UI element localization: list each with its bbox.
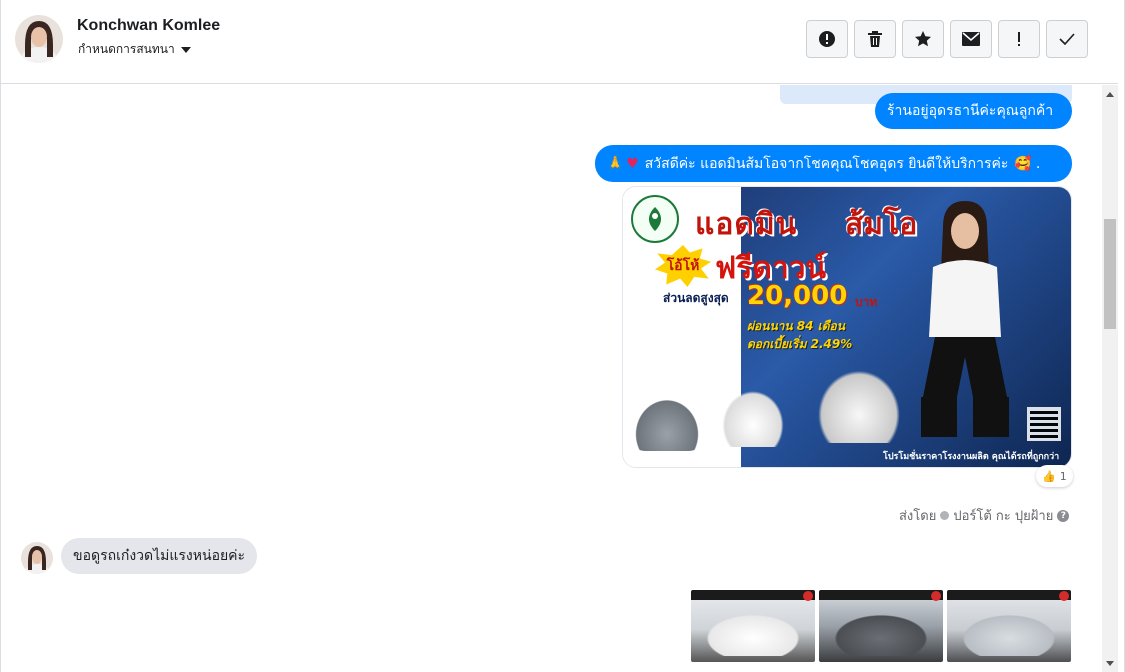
follow-up-button[interactable] bbox=[998, 20, 1040, 58]
inbox-window: Konchwan Komlee กำหนดการสนทนา ร้านอยู่อุ… bbox=[0, 0, 1125, 672]
photo-banner bbox=[947, 590, 1071, 600]
scrollbar-thumb[interactable] bbox=[1104, 219, 1116, 329]
photo-badge bbox=[803, 591, 813, 601]
mark-unread-button[interactable] bbox=[950, 20, 992, 58]
smiling-face-hearts-icon: 🥰 bbox=[1014, 155, 1032, 172]
sent-by-name[interactable]: ปอร์โต้ กะ ปุยฝ้าย bbox=[953, 505, 1053, 526]
outgoing-message[interactable]: ร้านอยู่อุดรธานีค่ะคุณลูกค้า bbox=[875, 93, 1072, 129]
message-text: สวัสดีค่ะ แอดมินส้มโอจากโชคคุณโชคอุดร ยิ… bbox=[644, 155, 1009, 172]
car-photo-thumbnail[interactable] bbox=[819, 590, 943, 662]
photo-badge bbox=[1059, 591, 1069, 601]
sent-by-info: ส่งโดย ปอร์โต้ กะ ปุยฝ้าย ? bbox=[899, 505, 1070, 526]
promo-footer-text: โปรโมชั่นราคาโรงงานผลิต คุณได้รถที่ถูกกว… bbox=[883, 452, 1060, 462]
promo-currency: บาท bbox=[855, 295, 878, 309]
trash-icon bbox=[868, 31, 882, 47]
message-thread[interactable]: ร้านอยู่อุดรธานีค่ะคุณลูกค้า 🙏 ♥ สวัสดีค… bbox=[1, 85, 1102, 672]
message-text: ร้านอยู่อุดรธานีค่ะคุณลูกค้า bbox=[887, 103, 1054, 119]
sender-status-icon bbox=[940, 511, 950, 520]
conversation-header: Konchwan Komlee กำหนดการสนทนา bbox=[1, 0, 1118, 84]
outgoing-message[interactable]: 🙏 ♥ สวัสดีค่ะ แอดมินส้มโอจากโชคคุณโชคอุด… bbox=[595, 145, 1072, 182]
promo-car-pickup-cage bbox=[811, 363, 907, 443]
mark-done-button[interactable] bbox=[1046, 20, 1088, 58]
heart-icon: ♥ bbox=[626, 155, 639, 172]
star-button[interactable] bbox=[902, 20, 944, 58]
report-spam-button[interactable] bbox=[806, 20, 848, 58]
photo-badge bbox=[931, 591, 941, 601]
promo-car-pickup bbox=[717, 385, 789, 447]
sent-by-label: ส่งโดย bbox=[899, 509, 937, 524]
conversation-label-dropdown[interactable]: กำหนดการสนทนา bbox=[78, 40, 191, 59]
scroll-down-arrow-icon[interactable] bbox=[1102, 656, 1118, 670]
photo-banner bbox=[691, 590, 815, 600]
conversation-toolbar bbox=[806, 20, 1088, 58]
help-icon[interactable]: ? bbox=[1057, 509, 1070, 522]
dealer-logo bbox=[631, 195, 679, 243]
delete-button[interactable] bbox=[854, 20, 896, 58]
photo-banner bbox=[819, 590, 943, 600]
incoming-message[interactable]: ขอดูรถเก๋งวดไม่แรงหน่อยค่ะ bbox=[61, 538, 258, 574]
star-icon bbox=[915, 31, 931, 47]
contact-avatar[interactable] bbox=[15, 15, 63, 63]
promo-interest: ดอกเบี้ยเริ่ม 2.49% bbox=[747, 337, 853, 351]
thumbs-up-icon: 👍 bbox=[1042, 469, 1056, 483]
promo-title-admin: แอดมิน bbox=[695, 207, 798, 242]
message-text: ขอดูรถเก๋งวดไม่แรงหน่อยค่ะ bbox=[73, 548, 246, 564]
thread-scrollbar[interactable] bbox=[1102, 85, 1118, 672]
car-image bbox=[957, 612, 1061, 656]
envelope-icon bbox=[962, 32, 980, 46]
car-photo-thumbnail[interactable] bbox=[947, 590, 1071, 662]
car-image bbox=[701, 612, 805, 656]
message-suffix: . bbox=[1035, 155, 1041, 172]
pray-emoji-icon: 🙏 bbox=[607, 156, 624, 171]
alert-circle-icon bbox=[819, 31, 835, 47]
reaction-count: 1 bbox=[1059, 469, 1067, 483]
promo-image-attachment[interactable]: แอดมิน ส้มโอ โอ้โห้ ฟรีดาวน์ ส่วนลดสูงสุ… bbox=[622, 186, 1072, 468]
car-image bbox=[829, 612, 933, 656]
promo-car-sedan bbox=[631, 395, 703, 451]
promo-discount-label: ส่วนลดสูงสุด bbox=[663, 291, 729, 305]
conversation-label-text: กำหนดการสนทนา bbox=[78, 42, 175, 56]
qr-code-icon bbox=[1027, 407, 1061, 441]
contact-avatar-small[interactable] bbox=[21, 542, 53, 574]
car-photo-thumbnail[interactable] bbox=[691, 590, 815, 662]
caret-down-icon bbox=[180, 47, 191, 53]
exclamation-icon bbox=[1018, 32, 1020, 46]
checkmark-icon bbox=[1059, 33, 1075, 45]
scroll-up-arrow-icon[interactable] bbox=[1102, 87, 1118, 101]
contact-name: Konchwan Komlee bbox=[77, 17, 221, 34]
reaction-badge[interactable]: 👍 1 bbox=[1036, 465, 1073, 487]
promo-person-photo bbox=[921, 201, 1009, 437]
promo-installment: ผ่อนนาน 84 เดือน bbox=[747, 319, 845, 333]
promo-amount: 20,000 bbox=[747, 281, 848, 311]
